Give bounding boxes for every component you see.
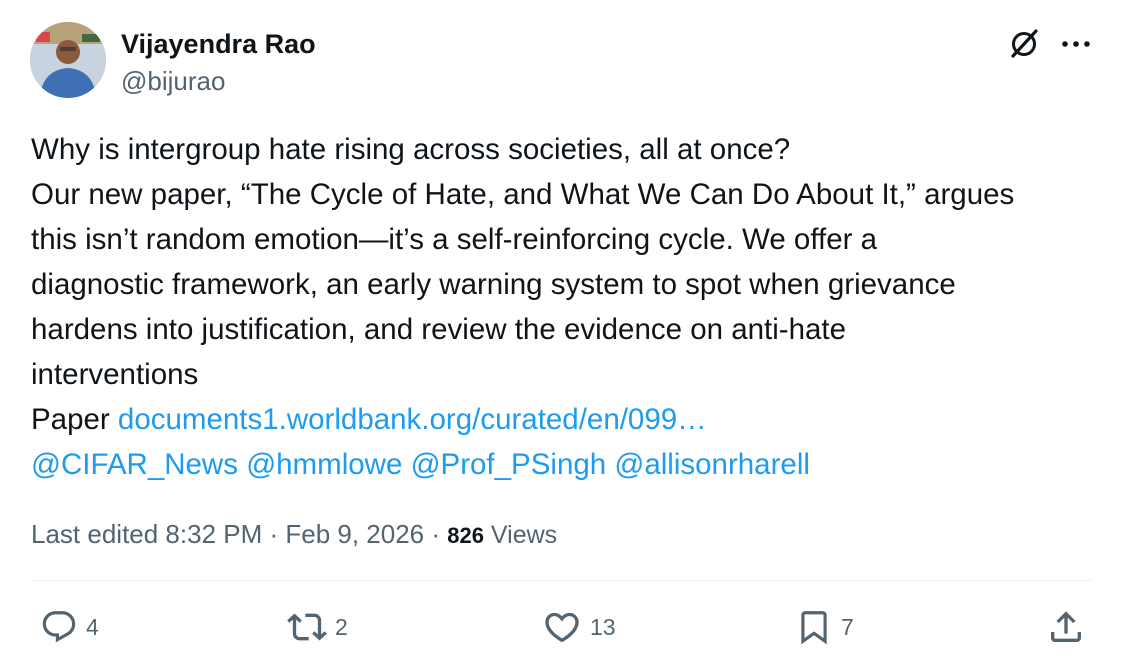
- reply-icon: [42, 611, 76, 643]
- repost-icon: [287, 613, 327, 641]
- bookmark-icon: [801, 611, 827, 645]
- tweet-line: Our new paper, “The Cycle of Hate, and W…: [31, 178, 1015, 211]
- paper-line: Paper documents1.worldbank.org/curated/e…: [31, 397, 1101, 442]
- views-label: Views: [483, 521, 558, 549]
- repost-count: 2: [335, 614, 348, 640]
- mention-allisonrharell[interactable]: @allisonrharell: [614, 448, 810, 481]
- mention-hmmlowe[interactable]: @hmmlowe: [246, 448, 402, 481]
- share-icon: [1051, 611, 1081, 642]
- tweet-card: Vijayendra Rao @bijurao Why is intergrou…: [0, 0, 1123, 664]
- bookmark-count: 7: [841, 614, 854, 640]
- reply-count: 4: [86, 614, 99, 640]
- views-count: 826: [447, 523, 484, 548]
- mention-cifar-news[interactable]: @CIFAR_News: [31, 448, 238, 481]
- grok-button[interactable]: [1004, 24, 1044, 64]
- tweet-line: diagnostic framework, an early warning s…: [31, 268, 956, 301]
- paper-link[interactable]: documents1.worldbank.org/curated/en/099…: [118, 403, 707, 436]
- like-count: 13: [590, 614, 616, 640]
- tweet-text: Why is intergroup hate rising across soc…: [31, 127, 1101, 487]
- mention-prof-psingh[interactable]: @Prof_PSingh: [411, 448, 607, 481]
- repost-button[interactable]: 2: [287, 604, 348, 650]
- mentions-line: @CIFAR_News @hmmlowe @Prof_PSingh @allis…: [31, 442, 1101, 487]
- share-button[interactable]: [1046, 604, 1086, 650]
- divider: [31, 580, 1092, 581]
- more-icon: [1062, 41, 1090, 47]
- tweet-line: this isn’t random emotion—it’s a self-re…: [31, 223, 878, 256]
- like-icon: [545, 612, 579, 643]
- more-button[interactable]: [1056, 24, 1096, 64]
- bookmark-button[interactable]: 7: [795, 604, 854, 650]
- author-handle[interactable]: @bijurao: [121, 64, 225, 98]
- grok-icon: [1011, 29, 1038, 58]
- avatar[interactable]: [30, 22, 106, 98]
- reply-button[interactable]: 4: [40, 604, 99, 650]
- author-name[interactable]: Vijayendra Rao: [121, 27, 316, 61]
- tweet-line: Why is intergroup hate rising across soc…: [31, 133, 791, 166]
- tweet-line: interventions: [31, 358, 199, 391]
- like-button[interactable]: 13: [542, 604, 616, 650]
- paper-prefix: Paper: [31, 403, 118, 436]
- avatar-image: [30, 22, 106, 98]
- edited-timestamp[interactable]: Last edited 8:32 PM · Feb 9, 2026 ·: [31, 519, 447, 549]
- tweet-line: hardens into justification, and review t…: [31, 313, 847, 346]
- tweet-meta: Last edited 8:32 PM · Feb 9, 2026 · 826 …: [31, 516, 557, 554]
